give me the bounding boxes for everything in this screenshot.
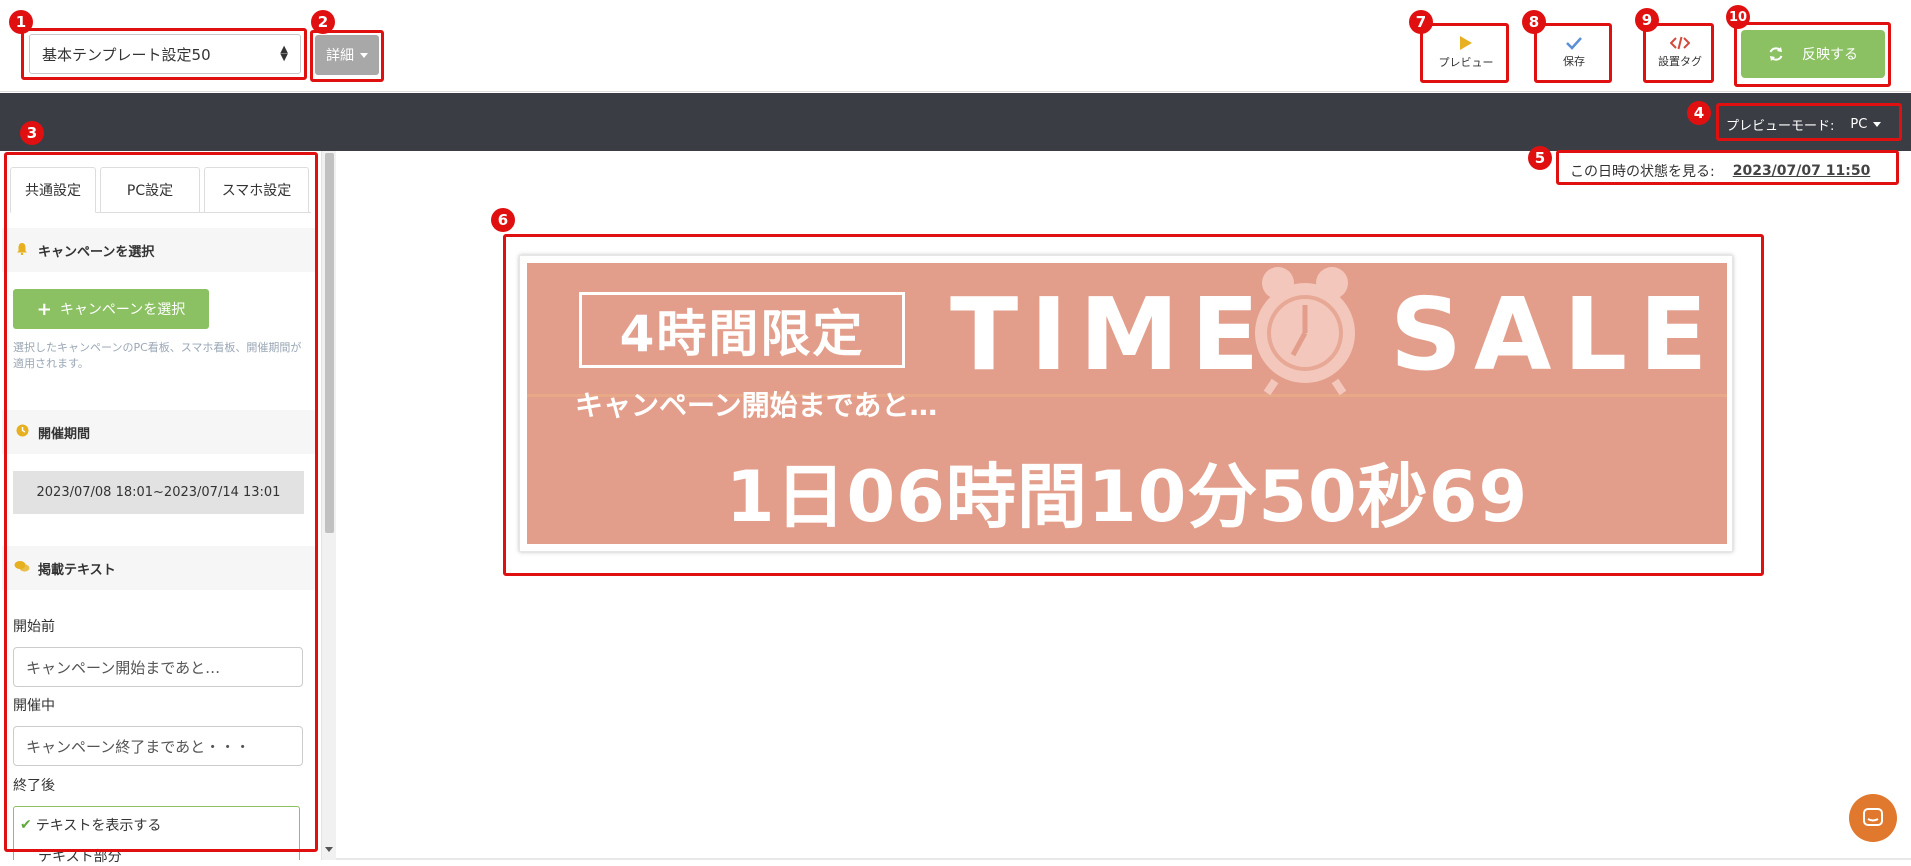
- annotation-marker-6: 6: [491, 208, 515, 232]
- scroll-down-arrow-icon[interactable]: [325, 847, 333, 852]
- annotation-box-6: [503, 234, 1764, 576]
- annotation-box-9: [1643, 23, 1714, 83]
- annotation-marker-3: 3: [20, 121, 44, 145]
- chat-support-button[interactable]: [1849, 794, 1897, 842]
- annotation-box-7: [1420, 23, 1509, 83]
- chat-icon: [1863, 808, 1883, 826]
- annotation-box-4: [1716, 103, 1902, 141]
- panel-scrollbar[interactable]: [321, 151, 336, 860]
- scrollbar-thumb[interactable]: [325, 153, 334, 533]
- annotation-box-2: [310, 30, 384, 82]
- annotation-marker-5: 5: [1528, 146, 1552, 170]
- annotation-marker-4: 4: [1687, 101, 1711, 125]
- annotation-marker-8: 8: [1522, 10, 1546, 34]
- annotation-box-1: [21, 28, 307, 80]
- annotation-marker-9: 9: [1635, 8, 1659, 32]
- annotation-marker-1: 1: [9, 10, 33, 34]
- preview-header-bar: [0, 93, 1911, 151]
- annotation-box-5: [1556, 150, 1899, 185]
- annotation-box-3: [4, 152, 318, 852]
- annotation-marker-10: 10: [1726, 5, 1750, 29]
- annotation-box-8: [1534, 23, 1612, 83]
- annotation-marker-7: 7: [1409, 10, 1433, 34]
- annotation-box-10: [1734, 22, 1891, 87]
- annotation-marker-2: 2: [311, 10, 335, 34]
